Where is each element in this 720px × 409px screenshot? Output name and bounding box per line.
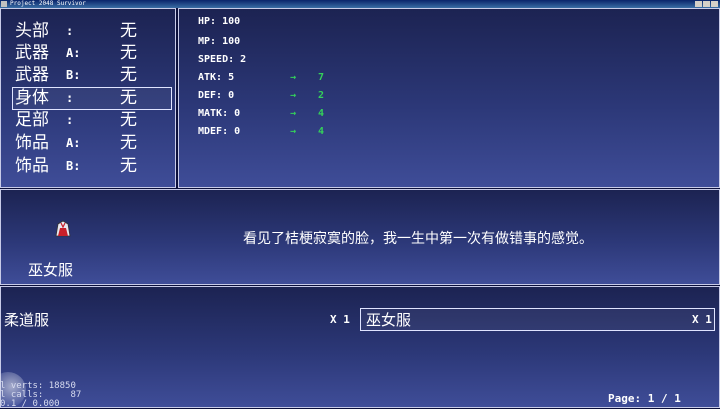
equip-slot-accessory-a[interactable]: 饰品 A: 无 [15,132,175,154]
stat-change-arrow: → [290,72,297,83]
item-shrine-maiden-outfit[interactable]: 巫女服 X 1 [366,309,712,331]
item-judo-uniform[interactable]: 柔道服 X 1 [4,309,352,331]
stat-label: DEF: 0 [198,90,235,101]
stat-mdef: MDEF: 0 → 4 [198,123,348,141]
page-indicator: Page: 1 / 1 [608,392,681,405]
stat-label: MDEF: 0 [198,126,241,137]
window-titlebar: Project 2048 Survivor [0,0,720,8]
equip-slot-body[interactable]: 身体 : 无 [15,87,175,109]
item-name: 巫女服 [366,311,412,329]
window-title: Project 2048 Survivor [10,0,86,7]
stat-label: MATK: 0 [198,108,241,119]
shrine-maiden-outfit-icon [55,220,71,237]
stat-label: SPEED: 2 [198,54,247,65]
item-count: X 1 [692,313,712,326]
item-name: 柔道服 [4,311,50,329]
stat-label: ATK: 5 [198,72,235,83]
stat-hp: HP: 100 [198,13,348,31]
slot-name: 身体 [15,88,49,108]
item-count: X 1 [330,313,350,326]
help-item-name: 巫女服 [28,261,74,279]
slot-value: 无 [120,21,137,41]
slot-name: 足部 [15,110,49,130]
equip-slot-head[interactable]: 头部 : 无 [15,20,175,42]
slot-name: 饰品 [15,156,49,176]
stat-atk: ATK: 5 → 7 [198,69,348,87]
stat-new-value: 4 [318,108,325,119]
slot-suffix: B: [66,68,81,82]
item-list-window [0,286,720,408]
stat-new-value: 2 [318,90,325,101]
stat-change-arrow: → [290,126,297,137]
stat-mp: MP: 100 [198,33,348,51]
help-item-description: 看见了桔梗寂寞的脸，我一生中第一次有做错事的感觉。 [243,231,593,247]
slot-value: 无 [120,156,137,176]
slot-name: 武器 [15,43,49,63]
stat-label: MP: 100 [198,36,241,47]
close-button[interactable] [711,1,718,7]
equip-slot-accessory-b[interactable]: 饰品 B: 无 [15,155,175,177]
slot-value: 无 [120,88,137,108]
slot-suffix: : [66,113,74,127]
slot-name: 武器 [15,65,49,85]
debug-overlay: l verts: 18850 l calls: 87 0.1 / 0.000 [0,382,81,409]
slot-value: 无 [120,43,137,63]
slot-value: 无 [120,110,137,130]
stat-label: HP: 100 [198,16,241,27]
minimize-button[interactable] [695,1,702,7]
slot-value: 无 [120,133,137,153]
window-controls [695,1,718,7]
stat-matk: MATK: 0 → 4 [198,105,348,123]
stat-change-arrow: → [290,108,297,119]
slot-suffix: B: [66,159,81,173]
stat-change-arrow: → [290,90,297,101]
maximize-button[interactable] [703,1,710,7]
slot-suffix: : [66,91,74,105]
slot-name: 头部 [15,21,49,41]
slot-suffix: A: [66,46,81,60]
stat-speed: SPEED: 2 [198,51,348,69]
equip-slot-weapon-a[interactable]: 武器 A: 无 [15,42,175,64]
app-icon [1,1,7,7]
stat-new-value: 7 [318,72,325,83]
stat-def: DEF: 0 → 2 [198,87,348,105]
slot-suffix: A: [66,136,81,150]
slot-value: 无 [120,65,137,85]
equip-slot-weapon-b[interactable]: 武器 B: 无 [15,64,175,86]
slot-suffix: : [66,24,74,38]
equip-slot-feet[interactable]: 足部 : 无 [15,109,175,131]
slot-name: 饰品 [15,133,49,153]
stat-new-value: 4 [318,126,325,137]
